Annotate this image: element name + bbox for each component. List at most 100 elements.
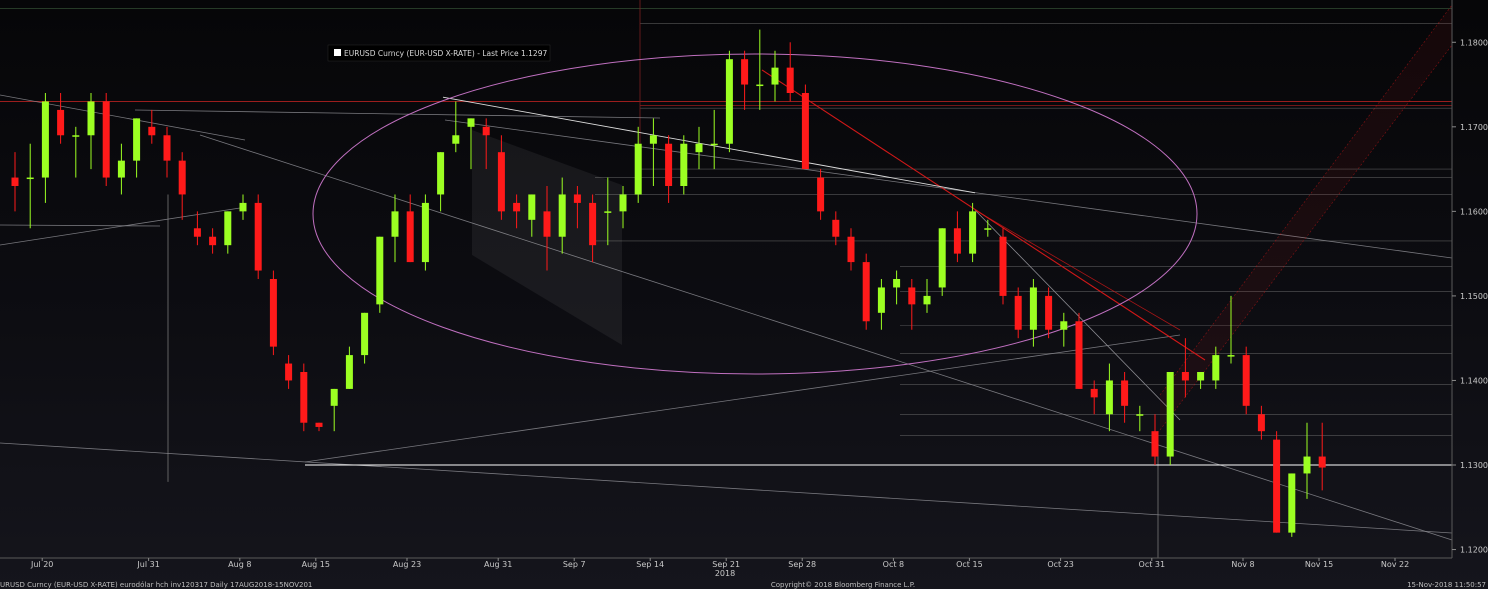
x-tick-label: Oct 8	[883, 560, 904, 569]
x-tick-label: Sep 14	[636, 560, 664, 569]
x-tick-label: Sep 28	[788, 560, 816, 569]
candle-body	[497, 152, 505, 212]
candle-body	[421, 202, 429, 263]
candle	[1257, 405, 1265, 440]
candle	[330, 388, 338, 432]
x-tick-label: Jul 20	[30, 560, 53, 569]
legend-label: EURUSD Curncy (EUR-USD X-RATE) - Last Pr…	[344, 49, 547, 58]
red-channel-fill	[1160, 5, 1452, 430]
candle-body	[1029, 287, 1037, 330]
x-tick-label: Jul 31	[136, 560, 159, 569]
footer-security: URUSD Curncy (EUR-USD X-RATE) eurodólar …	[0, 581, 312, 589]
candle	[953, 211, 961, 263]
x-tick-label: Oct 31	[1139, 560, 1166, 569]
candle-body	[376, 236, 384, 305]
candle	[1242, 346, 1250, 415]
x-tick-label: Nov 22	[1381, 560, 1409, 569]
x-tick-label: Oct 15	[956, 560, 983, 569]
candle-body	[437, 152, 445, 195]
candle-body	[1090, 388, 1098, 398]
candle-body	[482, 126, 490, 136]
x-tick-label: Aug 8	[228, 560, 251, 569]
candle	[969, 202, 977, 263]
trend-line	[0, 207, 241, 246]
candle-body	[102, 101, 110, 178]
candle	[406, 194, 414, 263]
candle-body	[1166, 372, 1174, 457]
candle	[269, 270, 277, 356]
x-tick-label: Nov 8	[1231, 560, 1254, 569]
trend-line	[0, 442, 1453, 534]
candle	[1288, 473, 1296, 537]
candle-body	[1257, 414, 1265, 432]
candle-body	[680, 143, 688, 186]
candle-body	[1288, 473, 1296, 533]
candle	[1075, 312, 1083, 389]
candle	[680, 135, 688, 195]
candle	[1014, 287, 1022, 339]
candle	[1105, 363, 1113, 432]
candle-body	[938, 228, 946, 288]
candle-body	[1060, 321, 1068, 330]
candle-body	[361, 312, 369, 356]
y-tick-label: 1.1800	[1460, 38, 1488, 47]
candle-body	[269, 279, 277, 347]
trend-line	[199, 134, 1453, 541]
candle	[999, 228, 1007, 305]
candle	[300, 363, 308, 432]
candle	[893, 270, 901, 305]
candle-body	[893, 279, 901, 288]
candle-body	[315, 422, 323, 427]
candle-body	[87, 101, 95, 136]
candle	[984, 219, 992, 237]
candle	[801, 84, 809, 170]
candlestick-chart: 1.1800 1.1700 1.1600 1.1500 1.1400 1.1300 1.12…	[0, 0, 1488, 589]
candle	[376, 236, 384, 313]
candle-body	[725, 59, 733, 144]
candle-body	[634, 143, 642, 195]
candle-body	[330, 388, 338, 406]
x-tick-label: Oct 23	[1047, 560, 1074, 569]
candle-body	[558, 194, 566, 237]
trend-line	[0, 224, 161, 227]
candle	[239, 194, 247, 220]
y-tick-label: 1.1700	[1460, 123, 1488, 132]
candle	[1029, 279, 1037, 347]
candle	[832, 211, 840, 246]
candle	[315, 422, 323, 432]
candle-body	[543, 211, 551, 237]
candle	[1303, 422, 1311, 499]
candle	[87, 93, 95, 170]
candle-body	[178, 160, 186, 195]
candle-body	[741, 59, 749, 85]
candle-body	[1303, 456, 1311, 474]
x-tick-label: Sep 21	[712, 560, 740, 569]
y-tick-label: 1.1400	[1460, 376, 1488, 385]
candle	[1273, 431, 1281, 533]
chart-legend: EURUSD Curncy (EUR-USD X-RATE) - Last Pr…	[327, 44, 551, 62]
candle	[923, 279, 931, 313]
candle-body	[117, 160, 125, 178]
candle-body	[1075, 321, 1083, 389]
candle	[710, 109, 718, 170]
candle-body	[649, 135, 657, 144]
candle	[452, 101, 460, 153]
candle-body	[619, 194, 627, 212]
candle-body	[1212, 355, 1220, 381]
candle-body	[771, 67, 779, 85]
candle	[148, 109, 156, 144]
candle	[1197, 372, 1205, 389]
candle-body	[148, 126, 156, 136]
candle-body	[984, 228, 992, 230]
candle	[877, 279, 885, 330]
candle	[102, 93, 110, 186]
candle	[786, 42, 794, 102]
candle	[1136, 405, 1144, 432]
chart-footer: URUSD Curncy (EUR-USD X-RATE) eurodólar …	[0, 581, 1486, 589]
candle-body	[1151, 431, 1159, 457]
candle	[57, 93, 65, 144]
candle-body	[1242, 355, 1250, 406]
candle-body	[1014, 295, 1022, 330]
candle	[634, 126, 642, 203]
candle-body	[345, 355, 353, 389]
